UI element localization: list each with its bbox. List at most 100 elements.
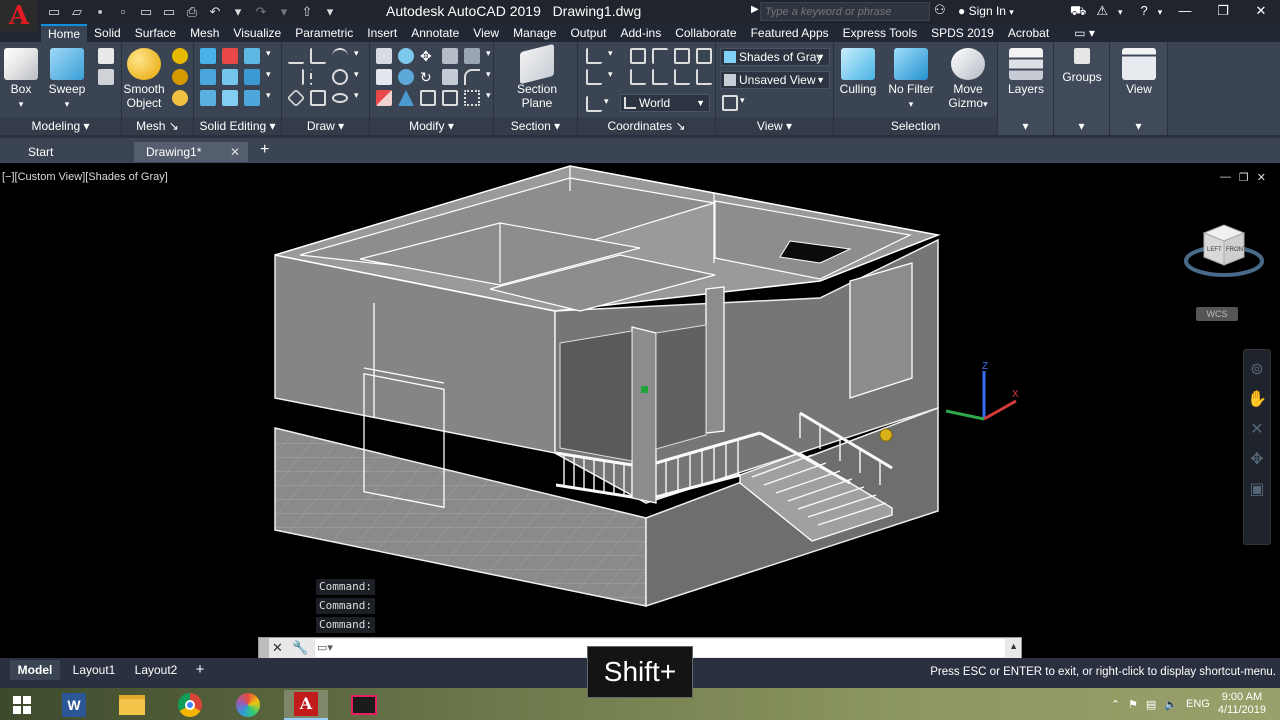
ellipse-dropdown-icon[interactable]: ▾ (354, 90, 370, 106)
taskbar-screen-recorder[interactable] (342, 690, 386, 720)
help-dropdown-icon[interactable]: ▾ (1158, 3, 1163, 21)
slice-dropdown-icon[interactable]: ▾ (266, 48, 282, 64)
array-icon[interactable] (464, 90, 480, 106)
open-icon[interactable]: ▱ (67, 3, 87, 21)
search-expand-icon[interactable]: ▶ (751, 4, 759, 15)
fillet-icon[interactable] (464, 69, 480, 85)
ucs-x-icon[interactable] (696, 69, 712, 85)
flag-icon[interactable]: ⚑ (1128, 698, 1138, 711)
share-icon[interactable]: ⇧ (297, 3, 317, 21)
arc-icon[interactable] (332, 48, 348, 64)
panel-title-view-dropdown-icon[interactable]: ▾ (1110, 117, 1167, 135)
customize-qat-icon[interactable]: ▾ (320, 3, 340, 21)
groups-button[interactable]: Groups (1060, 48, 1104, 84)
mesh-smooth-more-icon[interactable] (172, 48, 188, 64)
sweep-button[interactable]: Sweep ▾ (48, 48, 86, 111)
undo-icon[interactable]: ↶ (205, 3, 225, 21)
culling-button[interactable]: Culling (836, 48, 880, 96)
presspull-icon[interactable] (98, 69, 114, 85)
windows-start-button[interactable] (0, 690, 44, 720)
visual-style-dropdown[interactable]: Shades of Gray ▼ (720, 48, 830, 66)
tab-spds-2019[interactable]: SPDS 2019 (924, 24, 1001, 42)
named-view-dropdown[interactable]: Unsaved View ▼ (720, 71, 830, 89)
3d-align-icon[interactable] (398, 69, 414, 85)
ucs-dropdown-icon[interactable]: ▾ (608, 48, 624, 64)
move-icon[interactable] (376, 48, 392, 64)
network-icon[interactable]: ▤ (1146, 698, 1156, 711)
view-button[interactable]: View (1120, 48, 1158, 96)
polygon-icon[interactable] (286, 88, 306, 108)
tab-mesh[interactable]: Mesh (183, 24, 226, 42)
clock[interactable]: 9:00 AM 4/11/2019 (1218, 691, 1266, 717)
minimize-icon[interactable]: — (1166, 0, 1204, 24)
move-gizmo-button[interactable]: Move Gizmo▾ (946, 48, 990, 111)
tab-surface[interactable]: Surface (128, 24, 183, 42)
subtract-icon[interactable] (222, 48, 238, 64)
slice-icon[interactable] (222, 69, 238, 85)
arc-dropdown-icon[interactable]: ▾ (354, 48, 370, 64)
tab-collaborate[interactable]: Collaborate (668, 24, 743, 42)
ucs-icon-properties-icon[interactable] (586, 96, 602, 112)
taskbar-chrome[interactable] (168, 690, 212, 720)
shell-icon[interactable] (222, 90, 238, 106)
undo-dropdown-icon[interactable]: ▾ (228, 3, 248, 21)
exchange-icon[interactable]: ⚠ (1096, 3, 1108, 21)
fillet-edge-icon[interactable] (200, 90, 216, 106)
ucs-3point-icon[interactable] (674, 69, 690, 85)
sign-in-area[interactable]: ● Sign In ▾ (958, 4, 1014, 18)
no-filter-button[interactable]: No Filter ▾ (886, 48, 936, 111)
ucs-view-icon[interactable] (586, 69, 602, 85)
add-layout-icon[interactable]: + (192, 660, 208, 680)
layout-tab-layout1[interactable]: Layout1 (66, 660, 122, 680)
ucs-face-icon[interactable] (674, 48, 690, 64)
exchange-dropdown-icon[interactable]: ▾ (1118, 3, 1123, 21)
drawing-viewport[interactable]: Z X [−][Custom View][Shades of Gray] — ❐… (0, 163, 1280, 658)
taskbar-autocad[interactable]: A (284, 690, 328, 720)
copy-icon[interactable] (376, 69, 392, 85)
tab-output[interactable]: Output (563, 24, 613, 42)
panel-title-section[interactable]: Section ▾ (494, 117, 577, 135)
box-button[interactable]: Box ▾ (4, 48, 38, 111)
viewcube[interactable]: LEFT FRONT (1176, 221, 1272, 285)
tab-parametric[interactable]: Parametric (288, 24, 360, 42)
viewport-minimize-icon[interactable]: — (1220, 171, 1231, 184)
interfere-icon[interactable] (244, 48, 260, 64)
ellipse-icon[interactable] (332, 93, 348, 103)
viewport-config-icon[interactable] (722, 95, 738, 111)
helix-icon[interactable] (310, 69, 326, 85)
layout-tab-model[interactable]: Model (10, 660, 60, 680)
pan-icon[interactable]: ✋ (1247, 390, 1267, 410)
line-icon[interactable] (288, 48, 304, 64)
ucs-props-dropdown-icon[interactable]: ▾ (604, 96, 620, 112)
binoculars-icon[interactable]: ⚇ (934, 2, 946, 18)
showmotion-icon[interactable]: ▣ (1247, 480, 1267, 500)
viewport-config-dropdown-icon[interactable]: ▾ (740, 95, 756, 111)
tab-home[interactable]: Home (41, 24, 88, 42)
tab-express-tools[interactable]: Express Tools (836, 24, 924, 42)
file-tab-start[interactable]: Start (16, 142, 134, 162)
steering-wheel-icon[interactable]: ⊚ (1247, 360, 1267, 380)
web-save-icon[interactable]: ▭ (159, 3, 179, 21)
panel-title-coordinates[interactable]: Coordinates ↘ (578, 117, 715, 135)
align-icon[interactable] (442, 48, 458, 64)
cart-icon[interactable]: ⛟ (1070, 3, 1086, 21)
offset-icon[interactable] (420, 90, 436, 106)
ribbon-minimize-icon[interactable]: ▭ ▾ (1056, 24, 1102, 42)
taskbar-word[interactable]: W (52, 690, 96, 720)
rotate-icon[interactable]: ↻ (420, 69, 436, 85)
panel-title-mesh[interactable]: Mesh ↘ (122, 117, 193, 135)
new-tab-icon[interactable]: + (260, 141, 269, 159)
layout-tab-layout2[interactable]: Layout2 (128, 660, 184, 680)
panel-title-view[interactable]: View ▾ (716, 117, 833, 135)
tab-acrobat[interactable]: Acrobat (1001, 24, 1056, 42)
ucs-previous-icon[interactable] (652, 48, 668, 64)
stretch-icon[interactable] (442, 90, 458, 106)
scale-icon[interactable] (442, 69, 458, 85)
section-plane-button[interactable]: Section Plane (510, 43, 564, 110)
command-customize-icon[interactable]: 🔧 (292, 640, 308, 656)
ucs-z-axis-icon[interactable] (652, 69, 668, 85)
save-as-icon[interactable]: ▫ (113, 3, 133, 21)
viewport-close-icon[interactable]: ✕ (1257, 171, 1266, 184)
thicken-icon[interactable] (244, 69, 260, 85)
polyline-icon[interactable] (310, 48, 326, 64)
